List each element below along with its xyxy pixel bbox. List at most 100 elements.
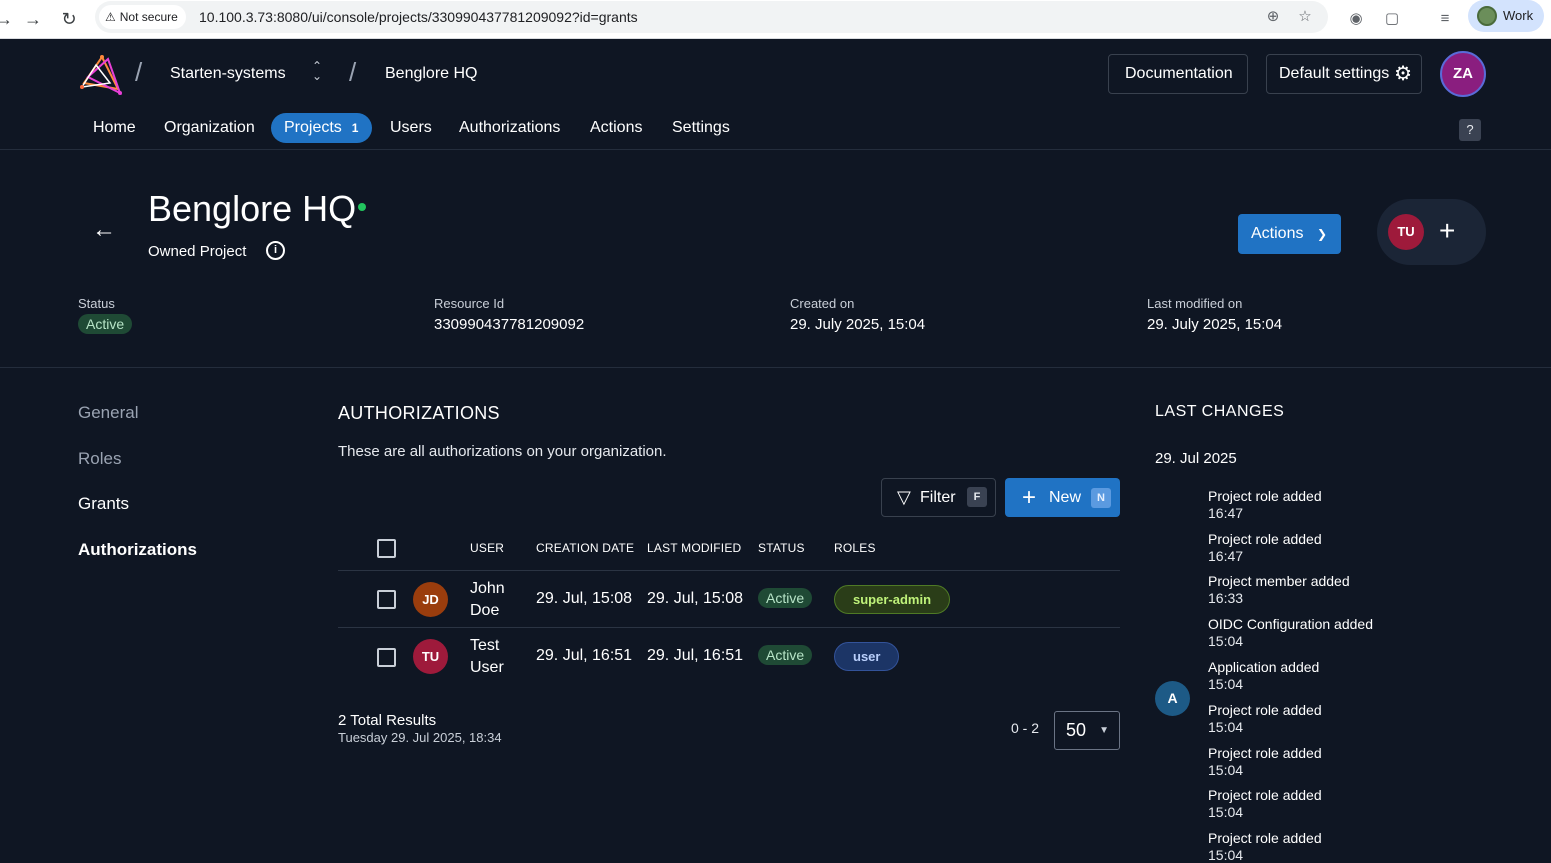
project-header: ← Benglore HQ Owned Project i Actions ❯ … [0, 150, 1551, 368]
nav-home[interactable]: Home [78, 113, 151, 143]
project-type: Owned Project [148, 243, 247, 260]
security-chip[interactable]: ⚠ Not secure [99, 5, 186, 29]
meta-resource-id: Resource Id 330990437781209092 [434, 296, 585, 333]
shortcut-key: F [967, 487, 987, 507]
creation-date: 29. Jul, 16:51 [536, 647, 633, 664]
nav-settings[interactable]: Settings [657, 113, 745, 143]
table-row[interactable]: TU Test User 29. Jul, 16:51 29. Jul, 16:5… [338, 627, 1120, 684]
column-header-roles[interactable]: ROLES [834, 541, 876, 555]
change-item: Project role added 15:04 [1208, 702, 1322, 735]
nav-users[interactable]: Users [375, 113, 447, 143]
nav-organization[interactable]: Organization [149, 113, 270, 143]
filter-button[interactable]: ▽ Filter F [881, 478, 996, 517]
change-item: Project member added 16:33 [1208, 573, 1350, 606]
zitadel-logo-icon[interactable] [78, 53, 124, 97]
sidenav-grants[interactable]: Grants [78, 494, 129, 514]
user-name: John Doe [470, 580, 505, 619]
table-row[interactable]: JD John Doe 29. Jul, 15:08 29. Jul, 15:08… [338, 570, 1120, 627]
member-avatar[interactable]: TU [1388, 214, 1424, 250]
last-changes-date: 29. Jul 2025 [1155, 450, 1237, 467]
project-members[interactable]: TU + [1377, 199, 1486, 265]
back-arrow-icon[interactable]: ← [92, 216, 116, 244]
last-changes-title: LAST CHANGES [1155, 403, 1285, 420]
help-button[interactable]: ? [1459, 119, 1481, 141]
change-item: OIDC Configuration added 15:04 [1208, 616, 1373, 649]
change-item: Project role added 16:47 [1208, 488, 1322, 521]
breadcrumb-separator: / [135, 57, 143, 87]
change-item: Application added 15:04 [1208, 659, 1320, 692]
extensions-icon[interactable]: ▢ [1378, 5, 1406, 33]
url-text[interactable]: 10.100.3.73:8080/ui/console/projects/330… [199, 1, 638, 33]
change-item: Project role added 15:04 [1208, 787, 1322, 820]
last-modified: 29. Jul, 16:51 [647, 647, 744, 664]
warning-icon: ⚠ [105, 10, 116, 24]
meta-status: Status Active [78, 296, 133, 334]
browser-toolbar: → → ↻ ⚠ Not secure 10.100.3.73:8080/ui/co… [0, 0, 1551, 39]
page-title: Benglore HQ [148, 188, 357, 229]
bookmark-star-icon[interactable]: ☆ [1293, 5, 1317, 29]
sidenav-general[interactable]: General [78, 403, 138, 423]
gear-icon: ⚙ [1394, 63, 1412, 85]
row-checkbox[interactable] [377, 590, 396, 609]
chevron-down-icon: ❯ [1316, 227, 1327, 241]
dropdown-arrow-icon: ▼ [1099, 725, 1109, 736]
new-authorization-button[interactable]: + New N [1005, 478, 1120, 517]
address-bar[interactable]: ⚠ Not secure 10.100.3.73:8080/ui/console/… [95, 1, 1328, 33]
section-title: AUTHORIZATIONS [338, 403, 500, 423]
change-item: Project role added 15:04 [1208, 830, 1322, 863]
shortcut-key: N [1091, 488, 1111, 508]
filter-icon: ▽ [897, 487, 911, 507]
profile-avatar [1477, 6, 1497, 26]
page-size-select[interactable]: 50 ▼ [1054, 711, 1120, 750]
nav-authorizations[interactable]: Authorizations [444, 113, 575, 143]
user-name: Test User [470, 637, 504, 676]
profile-button[interactable]: Work [1468, 0, 1544, 32]
breadcrumb-separator: / [349, 57, 357, 87]
reading-list-icon[interactable]: ≡ [1431, 5, 1459, 33]
user-avatar: JD [413, 582, 448, 617]
back-icon[interactable]: → [0, 5, 18, 33]
sidenav-authorizations[interactable]: Authorizations [78, 540, 197, 560]
row-checkbox[interactable] [377, 648, 396, 667]
status-badge: Active [758, 588, 813, 608]
column-header-last-modified[interactable]: LAST MODIFIED [647, 541, 741, 555]
breadcrumb-organization[interactable]: Starten-systems [170, 65, 286, 83]
info-icon[interactable]: i [266, 241, 285, 260]
status-badge: Active [758, 645, 813, 665]
column-header-status[interactable]: STATUS [758, 541, 805, 555]
pagination-range: 0 - 2 [1011, 720, 1040, 736]
column-header-user[interactable]: USER [470, 541, 504, 555]
reload-icon[interactable]: ↻ [55, 5, 83, 33]
user-avatar[interactable]: ZA [1440, 51, 1486, 97]
last-modified: 29. Jul, 15:08 [647, 590, 744, 607]
default-settings-button[interactable]: Default settings ⚙ [1266, 54, 1422, 94]
status-dot-icon [358, 203, 366, 211]
meta-created: Created on 29. July 2025, 15:04 [790, 296, 926, 333]
change-item: Project role added 15:04 [1208, 745, 1322, 778]
breadcrumb-project[interactable]: Benglore HQ [385, 65, 478, 83]
meta-modified: Last modified on 29. July 2025, 15:04 [1147, 296, 1283, 333]
screenshot-icon[interactable]: ◉ [1342, 5, 1370, 33]
creation-date: 29. Jul, 15:08 [536, 590, 633, 607]
actions-button[interactable]: Actions ❯ [1238, 214, 1341, 254]
select-all-checkbox[interactable] [377, 539, 396, 558]
role-chip[interactable]: user [834, 642, 900, 671]
forward-icon[interactable]: → [19, 5, 47, 33]
change-item: Project role added 16:47 [1208, 531, 1322, 564]
change-author-avatar: A [1155, 681, 1190, 716]
role-chip[interactable]: super-admin [834, 585, 951, 614]
add-member-icon[interactable]: + [1439, 213, 1455, 249]
documentation-button[interactable]: Documentation [1108, 54, 1248, 94]
results-timestamp: Tuesday 29. Jul 2025, 18:34 [338, 730, 502, 745]
zoom-icon[interactable]: ⊕ [1261, 5, 1285, 29]
sidenav-roles[interactable]: Roles [78, 449, 121, 469]
status-badge: Active [78, 314, 133, 334]
switch-organization-icon[interactable]: ⌃ ⌄ [308, 60, 326, 87]
column-header-creation-date[interactable]: CREATION DATE [536, 541, 634, 555]
user-avatar: TU [413, 639, 448, 674]
section-description: These are all authorizations on your org… [338, 443, 667, 460]
plus-icon: + [1022, 484, 1037, 511]
projects-count-badge: 1 [351, 121, 359, 135]
nav-actions[interactable]: Actions [575, 113, 657, 143]
nav-projects[interactable]: Projects 1 [271, 113, 372, 143]
